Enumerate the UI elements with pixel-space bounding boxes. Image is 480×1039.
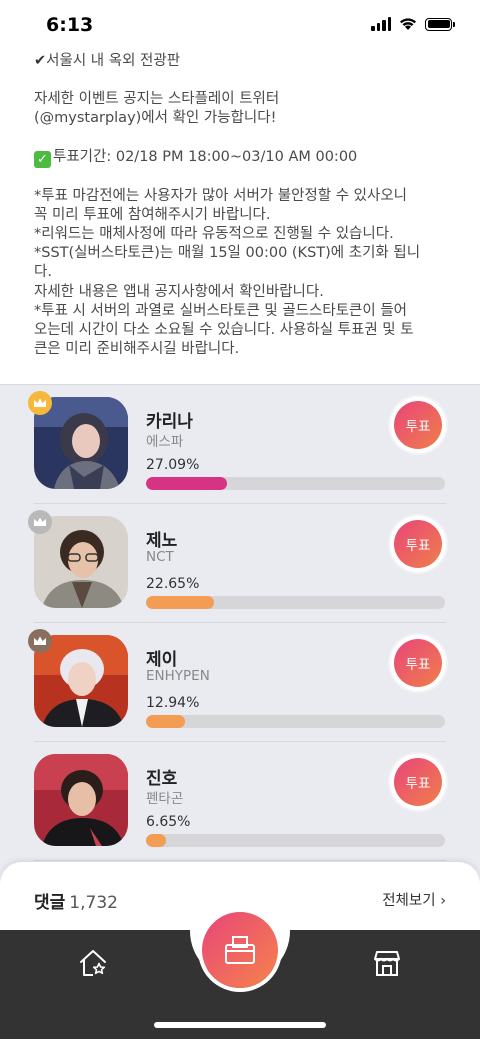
candidate-name: 진호 [146, 769, 178, 789]
notice-details: *투표 마감전에는 사용자가 많아 서버가 불안정할 수 있사오니 꼭 미리 투… [34, 187, 421, 358]
vote-progress-fill [146, 596, 214, 609]
ballot-box-icon [225, 936, 255, 964]
notice-location-text: 서울시 내 옥외 전광판 [46, 53, 181, 69]
candidate-card: 제이 ENHYPEN 12.94% 투표 [28, 623, 446, 742]
store-icon[interactable] [372, 948, 402, 978]
status-time: 6:13 [46, 14, 94, 36]
wifi-icon [400, 18, 416, 30]
vote-progress-bar [146, 596, 445, 609]
ranking-list[interactable]: 카리나 에스파 27.09% 투표 제노 NCT 22.65% 투표 제이 EN… [0, 384, 480, 884]
vote-button-label: 투표 [394, 401, 442, 449]
candidate-photo[interactable] [34, 754, 128, 846]
comments-title: 댓글 1,732 [34, 888, 118, 913]
vote-progress-bar [146, 477, 445, 490]
candidate-name: 제노 [146, 531, 178, 551]
green-check-icon: ✓ [34, 150, 51, 168]
check-mark-icon: ✔ [34, 53, 47, 69]
comments-label: 댓글 [34, 893, 66, 913]
ballot-box-button[interactable] [202, 912, 278, 988]
notice-twitter-info: 자세한 이벤트 공지는 스타플레이 트위터 (@mystarplay)에서 확인… [34, 91, 280, 127]
vote-button[interactable]: 투표 [390, 635, 446, 691]
notice-period-line: ✓ 투표기간: 02/18 PM 18:00~03/10 AM 00:00 [34, 148, 446, 168]
vote-button-label: 투표 [394, 639, 442, 687]
candidate-group: NCT [146, 549, 174, 565]
comments-count: 1,732 [69, 893, 118, 913]
vote-period-text: 투표기간: 02/18 PM 18:00~03/10 AM 00:00 [53, 148, 358, 165]
vote-percentage: 12.94% [146, 695, 200, 711]
vote-percentage: 22.65% [146, 576, 200, 592]
vote-button-label: 투표 [394, 520, 442, 568]
vote-button[interactable]: 투표 [390, 516, 446, 572]
battery-icon [425, 17, 455, 31]
vote-progress-fill [146, 834, 166, 847]
bronze-crown-icon [28, 629, 52, 653]
candidate-card: 카리나 에스파 27.09% 투표 [28, 385, 446, 504]
vote-button-label: 투표 [394, 758, 442, 806]
notice-location-line: ✔서울시 내 옥외 전광판 [34, 52, 446, 71]
vote-progress-bar [146, 834, 445, 847]
candidate-name: 카리나 [146, 412, 193, 432]
vote-percentage: 6.65% [146, 814, 191, 830]
vote-progress-fill [146, 477, 227, 490]
vote-button[interactable]: 투표 [390, 397, 446, 453]
status-bar: 6:13 [0, 0, 480, 50]
home-star-icon[interactable] [78, 948, 108, 978]
event-notice: ✔서울시 내 옥외 전광판 자세한 이벤트 공지는 스타플레이 트위터 (@my… [0, 50, 480, 384]
vote-progress-fill [146, 715, 185, 728]
vote-button[interactable]: 투표 [390, 754, 446, 810]
candidate-group: ENHYPEN [146, 668, 210, 684]
home-indicator[interactable] [154, 1022, 326, 1028]
vote-progress-bar [146, 715, 445, 728]
gold-crown-icon [28, 391, 52, 415]
view-all-comments-link[interactable]: 전체보기 › [382, 889, 446, 910]
candidate-name: 제이 [146, 650, 178, 670]
silver-crown-icon [28, 510, 52, 534]
status-icons [371, 17, 455, 31]
vote-percentage: 27.09% [146, 457, 200, 473]
candidate-group: 에스파 [146, 434, 184, 450]
candidate-group: 펜타곤 [146, 791, 184, 807]
cellular-signal-icon [371, 17, 391, 31]
candidate-card: 제노 NCT 22.65% 투표 [28, 504, 446, 623]
candidate-card: 진호 펜타곤 6.65% 투표 [34, 742, 446, 861]
